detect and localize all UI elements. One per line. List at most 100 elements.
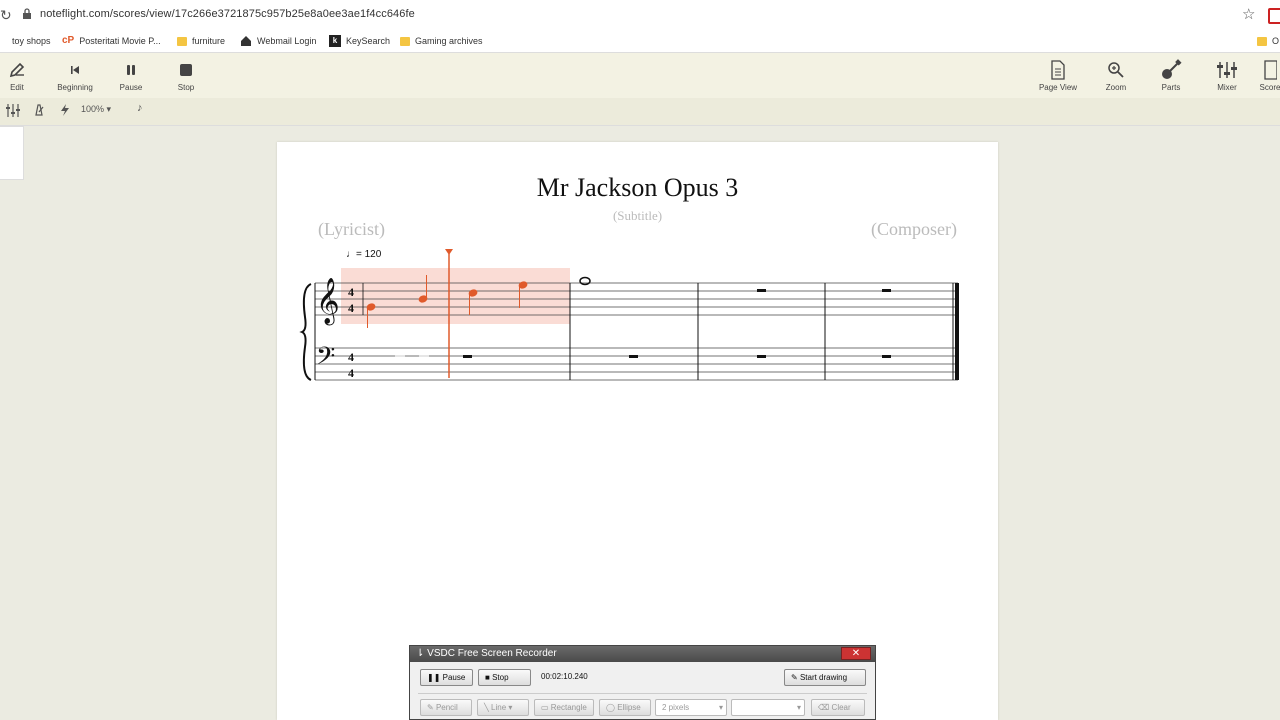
- lock-icon[interactable]: [22, 8, 32, 19]
- chevron-down-icon: ▾: [718, 703, 723, 712]
- bookmark-gaming-archives[interactable]: Gaming archives: [400, 33, 483, 49]
- line-tool-button[interactable]: ╲ Line ▾: [477, 699, 529, 716]
- bookmark-posteritati[interactable]: cP Posteritati Movie P...: [62, 33, 161, 49]
- bookmark-label: KeySearch: [346, 36, 391, 46]
- house-icon: [241, 36, 251, 46]
- bookmark-keysearch[interactable]: k KeySearch: [329, 33, 390, 49]
- zoom-level[interactable]: 100% ▾: [81, 104, 111, 115]
- stop-label: Stop: [177, 83, 195, 92]
- bookmark-label: O: [1272, 36, 1280, 46]
- guitar-icon: [1162, 59, 1182, 79]
- mixer-icon: [1217, 62, 1237, 78]
- score-icon: [1264, 60, 1277, 80]
- svg-text:4: 4: [348, 301, 354, 315]
- recorder-titlebar[interactable]: ⇂ VSDC Free Screen Recorder ✕: [410, 646, 875, 662]
- selection-highlight: [341, 268, 570, 324]
- score-button[interactable]: Score: [1250, 59, 1280, 92]
- whole-note: [579, 276, 591, 286]
- posteritati-icon: cP: [62, 35, 75, 46]
- line-tool-label: Line: [491, 703, 507, 712]
- bookmark-label: toy shops: [12, 36, 51, 46]
- rectangle-tool-button[interactable]: ▭ Rectangle: [534, 699, 594, 716]
- bookmark-furniture[interactable]: furniture: [177, 33, 225, 49]
- zoom-icon: [1108, 62, 1124, 78]
- metronome-icon[interactable]: [33, 104, 45, 116]
- folder-icon: [400, 36, 410, 46]
- stop-icon: [180, 64, 192, 76]
- screen-recorder-window: ⇂ VSDC Free Screen Recorder ✕ ❚❚ Pause ■…: [409, 645, 876, 720]
- pencil-icon: [9, 62, 25, 78]
- bass-staff: [315, 347, 958, 381]
- pen-width-select[interactable]: 2 pixels ▾: [655, 699, 727, 716]
- bookmark-other[interactable]: O: [1257, 33, 1279, 49]
- system-brace: [299, 283, 312, 381]
- clear-button[interactable]: ⌫ Clear: [811, 699, 865, 716]
- pause-button[interactable]: Pause: [103, 59, 159, 92]
- pencil-tool-label: Pencil: [435, 703, 458, 712]
- score-staff-system[interactable]: 𝄞 𝄢 4 4 4 4: [277, 142, 998, 402]
- recorder-app-icon: ⇂: [416, 648, 425, 659]
- bookmark-label: Gaming archives: [415, 36, 483, 46]
- recorder-pause-label: Pause: [442, 673, 466, 682]
- edit-label: Edit: [10, 83, 24, 92]
- bookmark-webmail[interactable]: Webmail Login: [240, 33, 316, 49]
- mixer-small-icon[interactable]: [5, 104, 21, 117]
- score-label: Score: [1259, 83, 1280, 92]
- browser-address-bar: ↻ noteflight.com/scores/view/17c266e3721…: [0, 0, 1280, 30]
- recorder-timer: 00:02:10.240: [541, 672, 588, 681]
- keysearch-icon: k: [329, 35, 341, 47]
- extension-icon[interactable]: [1268, 8, 1280, 24]
- pen-width-value: 2 pixels: [662, 703, 690, 712]
- close-icon[interactable]: ✕: [841, 647, 871, 660]
- recorder-pause-button[interactable]: ❚❚ Pause: [420, 669, 473, 686]
- rectangle-tool-label: Rectangle: [550, 703, 587, 712]
- playback-cursor-head: [445, 249, 453, 255]
- reload-icon[interactable]: ↻: [0, 7, 12, 24]
- recorder-stop-label: Stop: [492, 673, 509, 682]
- recorder-title: VSDC Free Screen Recorder: [427, 648, 557, 659]
- bookmark-label: Webmail Login: [257, 36, 317, 46]
- lightning-icon[interactable]: [60, 104, 70, 116]
- clear-label: Clear: [831, 703, 851, 712]
- svg-text:4: 4: [348, 366, 354, 380]
- bookmark-star-icon[interactable]: ☆: [1242, 5, 1255, 23]
- treble-clef: 𝄞: [316, 278, 340, 326]
- start-drawing-button[interactable]: ✎ Start drawing: [784, 669, 866, 686]
- page-icon: [1051, 60, 1065, 80]
- page-view-label: Page View: [1038, 83, 1078, 92]
- parts-button[interactable]: Parts: [1143, 59, 1199, 92]
- color-select[interactable]: ▾: [731, 699, 805, 716]
- svg-text:4: 4: [348, 285, 354, 299]
- folder-icon: [177, 36, 187, 46]
- stop-button[interactable]: Stop: [158, 59, 214, 92]
- page-view-button[interactable]: Page View: [1030, 59, 1086, 92]
- skip-back-icon: [71, 66, 79, 74]
- pencil-tool-button[interactable]: ✎ Pencil: [420, 699, 472, 716]
- mixer-button[interactable]: Mixer: [1199, 59, 1255, 92]
- score-toolbar: Edit Beginning Pause Stop Page View Zoom…: [0, 53, 1280, 99]
- zoom-value: 100%: [81, 104, 105, 114]
- bookmark-label: Posteritati Movie P...: [79, 36, 161, 46]
- edit-button[interactable]: Edit: [0, 59, 45, 92]
- zoom-button[interactable]: Zoom: [1088, 59, 1144, 92]
- pause-label: Pause: [119, 83, 143, 92]
- pause-icon: [127, 65, 135, 75]
- url-text[interactable]: noteflight.com/scores/view/17c266e372187…: [40, 8, 415, 20]
- secondary-toolbar: 100% ▾ ♪: [0, 98, 1280, 126]
- ellipse-tool-button[interactable]: ◯ Ellipse: [599, 699, 651, 716]
- zoom-label: Zoom: [1105, 83, 1127, 92]
- start-drawing-label: Start drawing: [799, 673, 848, 682]
- chevron-down-icon: ▾: [796, 703, 801, 712]
- recorder-separator: [418, 693, 867, 694]
- folder-icon: [1257, 36, 1267, 46]
- recorder-stop-button[interactable]: ■ Stop: [478, 669, 531, 686]
- beginning-label: Beginning: [57, 83, 93, 92]
- bookmark-toy-shops[interactable]: toy shops: [12, 33, 51, 49]
- final-barline: [955, 283, 959, 380]
- mixer-label: Mixer: [1217, 83, 1237, 92]
- note-duration-icon[interactable]: ♪: [137, 102, 143, 114]
- barlines: [569, 283, 954, 380]
- beginning-button[interactable]: Beginning: [47, 59, 103, 92]
- score-page: Mr Jackson Opus 3 (Subtitle) (Lyricist) …: [277, 142, 998, 720]
- side-panel-tab[interactable]: [0, 126, 24, 180]
